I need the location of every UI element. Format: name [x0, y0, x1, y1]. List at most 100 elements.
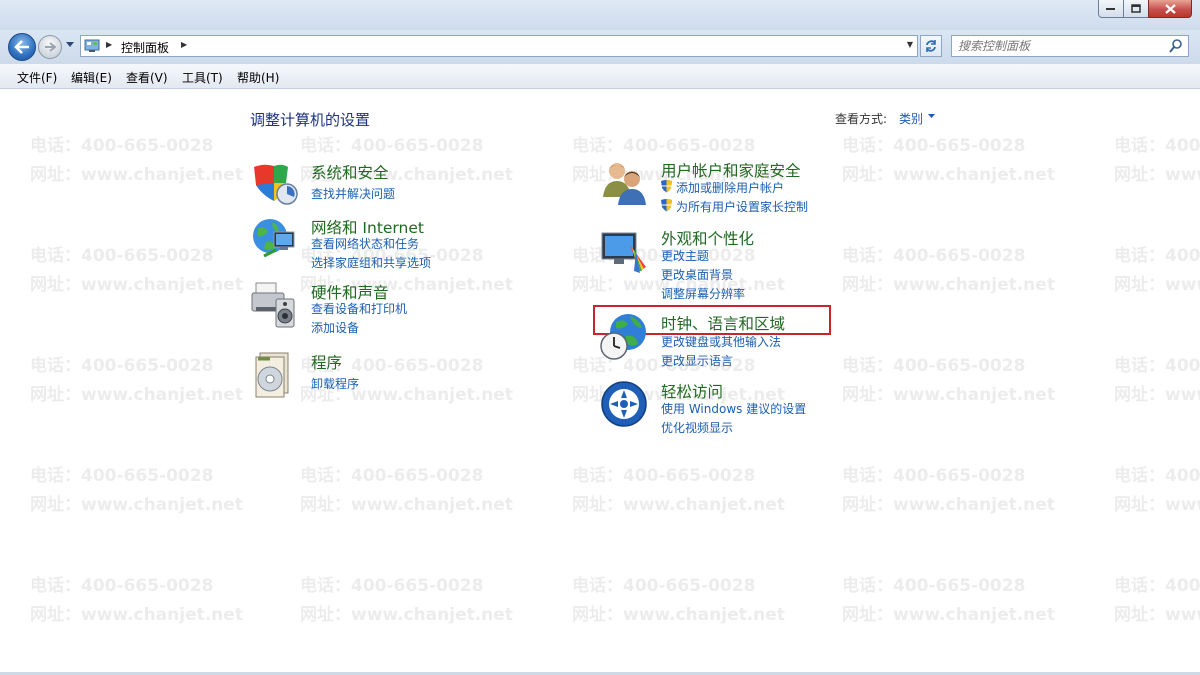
- category-link[interactable]: 为所有用户设置家长控制: [676, 198, 808, 215]
- appearance-icon[interactable]: [600, 227, 648, 275]
- title-bar: [0, 0, 1200, 30]
- view-by-dropdown-icon[interactable]: [928, 114, 936, 119]
- watermark-site: 网址：www.chanjet.net: [30, 385, 243, 405]
- breadcrumb-separator-icon[interactable]: ▶: [181, 40, 187, 49]
- category-link[interactable]: 查看设备和打印机: [311, 300, 407, 317]
- watermark-site: 网址：www.chanjet.net: [1114, 165, 1200, 185]
- menu-tools[interactable]: 工具(T): [182, 69, 223, 86]
- category-link[interactable]: 使用 Windows 建议的设置: [661, 400, 806, 417]
- watermark-phone: 电话：400-665-0028: [1114, 246, 1200, 266]
- maximize-button[interactable]: [1123, 0, 1149, 18]
- watermark-site: 网址：www.chanjet.net: [1114, 605, 1200, 625]
- watermark-site: 网址：www.chanjet.net: [1114, 495, 1200, 515]
- breadcrumb-control-panel[interactable]: 控制面板: [121, 39, 169, 56]
- category-title[interactable]: 外观和个性化: [661, 227, 754, 249]
- menu-view[interactable]: 查看(V): [126, 69, 168, 86]
- ease-of-access-icon[interactable]: [600, 380, 648, 428]
- watermark-phone: 电话：400-665-0028: [30, 356, 214, 376]
- category-link[interactable]: 选择家庭组和共享选项: [311, 254, 431, 271]
- watermark-site: 网址：www.chanjet.net: [30, 165, 243, 185]
- watermark-site: 网址：www.chanjet.net: [842, 495, 1055, 515]
- category-link[interactable]: 添加设备: [311, 319, 359, 336]
- watermark-site: 网址：www.chanjet.net: [572, 605, 785, 625]
- page-title: 调整计算机的设置: [250, 111, 371, 129]
- watermark-phone: 电话：400-665-0028: [572, 136, 756, 156]
- category-link[interactable]: 查找并解决问题: [311, 185, 395, 202]
- watermark-phone: 电话：400-665-0028: [842, 356, 1026, 376]
- user-accounts-icon[interactable]: [600, 159, 648, 207]
- uac-shield-icon: [661, 199, 672, 212]
- search-input[interactable]: [958, 38, 1163, 54]
- clock-region-icon[interactable]: [600, 312, 648, 360]
- watermark-site: 网址：www.chanjet.net: [842, 275, 1055, 295]
- category-link[interactable]: 更改主题: [661, 247, 709, 264]
- watermark-phone: 电话：400-665-0028: [300, 576, 484, 596]
- category-link[interactable]: 查看网络状态和任务: [311, 235, 419, 252]
- refresh-icon: [926, 40, 936, 52]
- watermark-site: 网址：www.chanjet.net: [30, 605, 243, 625]
- forward-button[interactable]: [38, 35, 62, 59]
- watermark-site: 网址：www.chanjet.net: [30, 495, 243, 515]
- category-link[interactable]: 更改桌面背景: [661, 266, 733, 283]
- minimize-icon: [1106, 7, 1115, 10]
- watermark-site: 网址：www.chanjet.net: [842, 605, 1055, 625]
- category-link[interactable]: 优化视频显示: [661, 419, 733, 436]
- address-bar[interactable]: ▶ 控制面板 ▶ ▼: [80, 35, 918, 57]
- refresh-button[interactable]: [920, 35, 942, 57]
- category-title[interactable]: 程序: [311, 351, 342, 373]
- menu-edit[interactable]: 编辑(E): [71, 69, 112, 86]
- menu-help[interactable]: 帮助(H): [237, 69, 279, 86]
- view-by-dropdown[interactable]: 类别: [899, 110, 923, 127]
- category-title[interactable]: 轻松访问: [661, 380, 723, 402]
- watermark-phone: 电话：400-665-0028: [1114, 356, 1200, 376]
- watermark-phone: 电话：400-665-0028: [842, 246, 1026, 266]
- forward-arrow-icon: [45, 42, 56, 52]
- hardware-sound-icon[interactable]: [250, 281, 298, 329]
- category-link[interactable]: 调整屏幕分辨率: [661, 285, 745, 302]
- category-title[interactable]: 时钟、语言和区域: [661, 312, 785, 334]
- system-security-icon[interactable]: [250, 161, 298, 209]
- recent-pages-dropdown-icon[interactable]: [66, 42, 75, 48]
- minimize-button[interactable]: [1098, 0, 1124, 18]
- caption-buttons: [1098, 0, 1192, 20]
- back-arrow-icon: [14, 40, 29, 54]
- watermark-phone: 电话：400-665-0028: [1114, 136, 1200, 156]
- menu-bar: 文件(F) 编辑(E) 查看(V) 工具(T) 帮助(H): [0, 64, 1200, 89]
- close-icon: [1164, 3, 1176, 14]
- category-link[interactable]: 更改显示语言: [661, 352, 733, 369]
- network-icon[interactable]: [250, 216, 298, 264]
- menu-file[interactable]: 文件(F): [17, 69, 57, 86]
- category-link[interactable]: 更改键盘或其他输入法: [661, 333, 781, 350]
- watermark-site: 网址：www.chanjet.net: [1114, 385, 1200, 405]
- watermark-site: 网址：www.chanjet.net: [842, 385, 1055, 405]
- watermark-phone: 电话：400-665-0028: [1114, 466, 1200, 486]
- watermark-site: 网址：www.chanjet.net: [842, 165, 1055, 185]
- search-icon[interactable]: [1169, 39, 1182, 53]
- watermark-site: 网址：www.chanjet.net: [1114, 275, 1200, 295]
- watermark-site: 网址：www.chanjet.net: [30, 275, 243, 295]
- watermark-phone: 电话：400-665-0028: [300, 136, 484, 156]
- category-title[interactable]: 系统和安全: [311, 161, 389, 183]
- back-button[interactable]: [8, 33, 36, 61]
- watermark-phone: 电话：400-665-0028: [30, 136, 214, 156]
- content-area: 电话：400-665-0028 网址：www.chanjet.net 电话：400-…: [10, 89, 1200, 675]
- watermark-phone: 电话：400-665-0028: [842, 466, 1026, 486]
- close-button[interactable]: [1148, 0, 1192, 18]
- search-box[interactable]: [951, 35, 1189, 57]
- view-by-label: 查看方式:: [835, 112, 888, 126]
- category-link[interactable]: 添加或删除用户帐户: [676, 179, 784, 196]
- uac-shield-icon: [661, 180, 672, 193]
- address-dropdown-icon[interactable]: ▼: [907, 40, 913, 49]
- category-link[interactable]: 卸载程序: [311, 375, 359, 392]
- control-panel-icon: [84, 39, 100, 52]
- watermark-site: 网址：www.chanjet.net: [572, 495, 785, 515]
- programs-icon[interactable]: [250, 351, 298, 399]
- breadcrumb-separator-icon[interactable]: ▶: [106, 40, 112, 49]
- watermark-phone: 电话：400-665-0028: [572, 466, 756, 486]
- navigation-bar: ▶ 控制面板 ▶ ▼: [0, 30, 1200, 64]
- category-title[interactable]: 用户帐户和家庭安全: [661, 159, 801, 181]
- watermark-phone: 电话：400-665-0028: [30, 246, 214, 266]
- watermark-phone: 电话：400-665-0028: [300, 466, 484, 486]
- watermark-phone: 电话：400-665-0028: [842, 576, 1026, 596]
- watermark-phone: 电话：400-665-0028: [30, 576, 214, 596]
